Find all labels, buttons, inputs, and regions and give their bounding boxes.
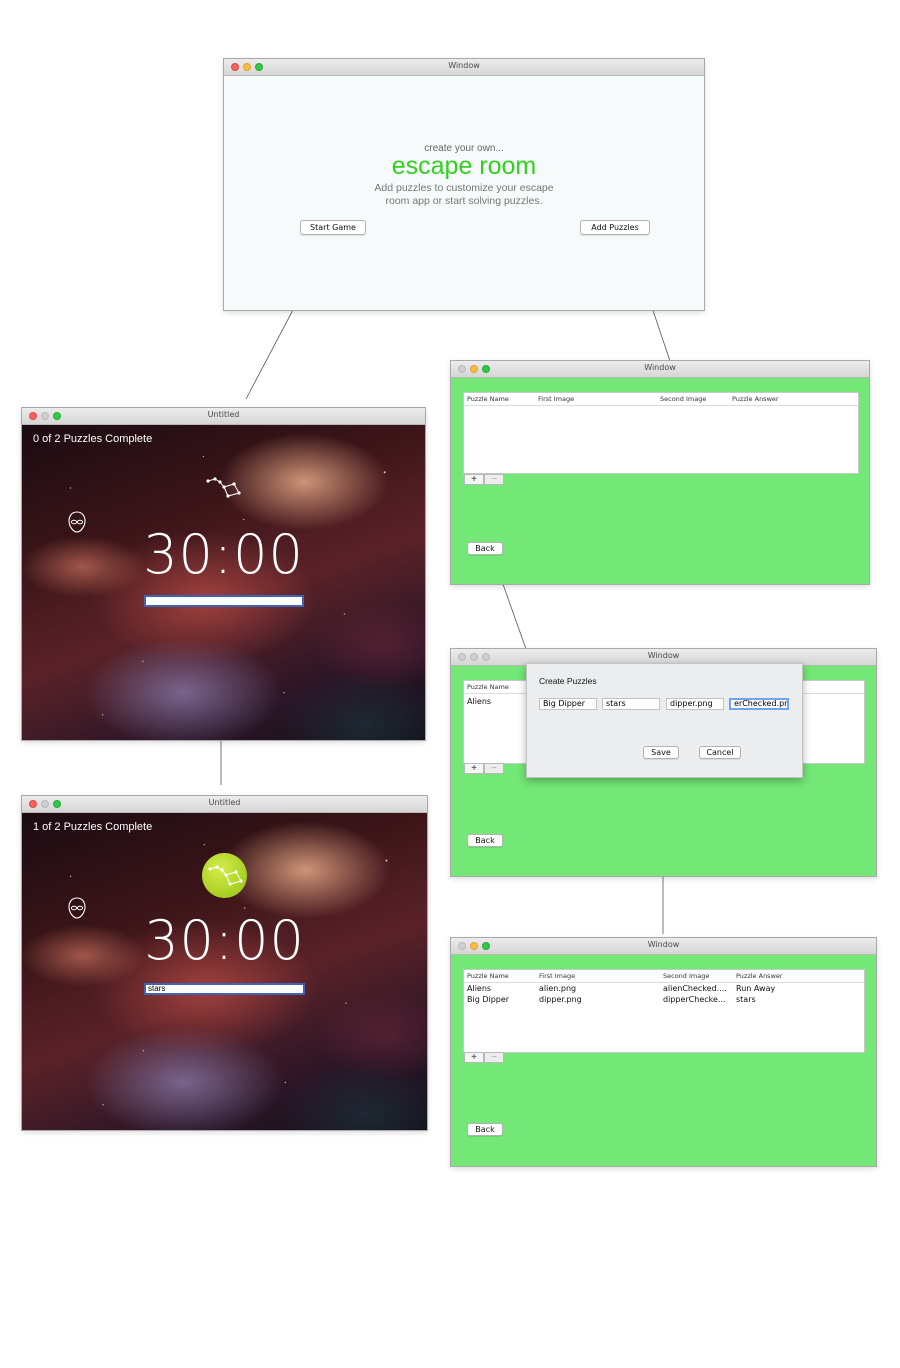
window-title: Window (647, 651, 680, 660)
puzzle-progress: 0 of 2 Puzzles Complete (33, 433, 153, 445)
countdown-timer: 30:00 (144, 909, 305, 972)
dialog-title: Create Puzzles (539, 676, 597, 686)
cell-puzzle-name: Aliens (467, 697, 492, 706)
row-controls: + − (464, 474, 504, 485)
cancel-button[interactable]: Cancel (699, 746, 741, 759)
column-puzzle-name[interactable]: Puzzle Name (467, 395, 509, 403)
window-title: Untitled (207, 410, 240, 419)
add-row-button[interactable]: + (464, 474, 484, 485)
back-button[interactable]: Back (467, 542, 503, 555)
back-button[interactable]: Back (467, 1123, 503, 1136)
answer-input[interactable] (144, 595, 304, 607)
remove-row-button[interactable]: − (484, 763, 504, 774)
description-line-2: room app or start solving puzzles. (385, 195, 543, 207)
second-image-field[interactable]: erChecked.png (729, 698, 789, 710)
cell-puzzle-answer: stars (736, 995, 756, 1004)
start-game-button[interactable]: Start Game (300, 220, 366, 235)
window-title: Window (644, 363, 676, 372)
cell-first-image: dipper.png (539, 995, 582, 1004)
add-row-button[interactable]: + (464, 763, 484, 774)
game-window-solved: Untitled 1 of 2 Puzzles Complete 30:00 s… (22, 796, 427, 1130)
space-background: 1 of 2 Puzzles Complete 30:00 stars (22, 813, 427, 1130)
titlebar: Window (451, 938, 876, 955)
row-controls: + − (464, 763, 504, 774)
puzzle-progress: 1 of 2 Puzzles Complete (33, 821, 153, 833)
description-line-1: Add puzzles to customize your escape (374, 182, 554, 194)
table-header: Puzzle Name First Image Second Image Puz… (464, 970, 864, 983)
cell-second-image: alienChecked.... (663, 984, 727, 993)
column-puzzle-answer[interactable]: Puzzle Answer (736, 972, 783, 980)
column-first-image[interactable]: First Image (538, 395, 574, 403)
remove-row-button[interactable]: − (484, 1052, 504, 1063)
column-puzzle-answer[interactable]: Puzzle Answer (732, 395, 779, 403)
cell-puzzle-answer: Run Away (736, 984, 776, 993)
window-title: Window (647, 940, 680, 949)
big-dipper-icon[interactable] (208, 863, 244, 889)
table-row[interactable]: Big Dipper dipper.png dipperChecke... st… (464, 995, 864, 1006)
app-name: escape room (391, 152, 537, 180)
space-background: 0 of 2 Puzzles Complete 30:00 (22, 425, 425, 740)
puzzles-panel: Puzzle Name First Image Second Image Puz… (451, 955, 876, 1166)
column-second-image[interactable]: Second Image (660, 395, 706, 403)
home-content: create your own... escape room Add puzzl… (224, 76, 704, 310)
puzzles-table: Puzzle Name First Image Second Image Puz… (463, 969, 865, 1053)
puzzles-window-filled: Window Puzzle Name First Image Second Im… (451, 938, 876, 1166)
cell-second-image: dipperChecke... (663, 995, 726, 1004)
cell-first-image: alien.png (539, 984, 577, 993)
window-title: Window (448, 61, 480, 70)
puzzles-window-empty: Window Puzzle Name First Image Second Im… (451, 361, 869, 584)
create-puzzles-dialog: Create Puzzles Big Dipper stars dipper.p… (526, 663, 803, 778)
add-puzzles-button[interactable]: Add Puzzles (580, 220, 650, 235)
titlebar: Window (451, 361, 869, 378)
table-header: Puzzle Name First Image Second Image Puz… (464, 393, 858, 406)
home-window: Window create your own... escape room Ad… (224, 59, 704, 310)
puzzle-answer-field[interactable]: stars (602, 698, 660, 710)
column-second-image[interactable]: Second Image (663, 972, 709, 980)
cell-puzzle-name: Aliens (467, 984, 492, 993)
create-puzzle-window: Window Puzzle Name Aliens + − Back Creat… (451, 649, 876, 876)
titlebar: Window (224, 59, 704, 76)
puzzles-table: Puzzle Name First Image Second Image Puz… (463, 392, 859, 474)
game-window-unsolved: Untitled 0 of 2 Puzzles Complete 30:00 (22, 408, 425, 740)
column-first-image[interactable]: First Image (539, 972, 575, 980)
column-puzzle-name[interactable]: Puzzle Name (467, 972, 509, 980)
column-puzzle-name[interactable]: Puzzle Name (467, 683, 509, 691)
puzzles-panel: Puzzle Name First Image Second Image Puz… (451, 378, 869, 584)
remove-row-button[interactable]: − (484, 474, 504, 485)
cell-puzzle-name: Big Dipper (467, 995, 510, 1004)
answer-input[interactable]: stars (144, 983, 305, 995)
save-button[interactable]: Save (643, 746, 679, 759)
row-controls: + − (464, 1052, 504, 1063)
titlebar: Untitled (22, 408, 425, 425)
big-dipper-icon[interactable] (206, 475, 242, 501)
countdown-timer: 30:00 (143, 523, 304, 586)
table-row[interactable]: Aliens alien.png alienChecked.... Run Aw… (464, 984, 864, 995)
puzzle-name-field[interactable]: Big Dipper (539, 698, 597, 710)
titlebar: Untitled (22, 796, 427, 813)
window-title: Untitled (208, 798, 241, 807)
add-row-button[interactable]: + (464, 1052, 484, 1063)
first-image-field[interactable]: dipper.png (666, 698, 724, 710)
back-button[interactable]: Back (467, 834, 503, 847)
